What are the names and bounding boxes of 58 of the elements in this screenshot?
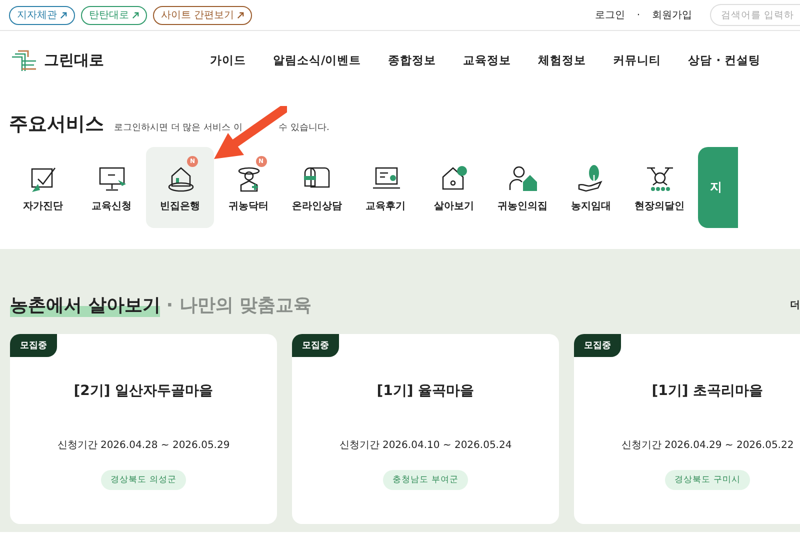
logo-text: 그린대로 <box>44 50 104 70</box>
service-shortcut[interactable]: 농지임대 <box>557 147 625 228</box>
external-link-icon <box>132 12 139 18</box>
application-period: 신청기간 2026.04.28 ~ 2026.05.29 <box>57 439 230 452</box>
card-title: [2기] 일산자두골마을 <box>74 382 214 400</box>
service-label: 자가진단 <box>23 200 63 212</box>
service-label: 교육신청 <box>92 200 132 212</box>
more-link[interactable]: 더 <box>790 298 800 312</box>
section-title: 주요서비스 <box>9 112 104 137</box>
nav-menu-item[interactable]: 상담 · 컨설팅 <box>688 52 761 68</box>
signup-link[interactable]: 회원가입 <box>652 8 692 22</box>
status-badge: 모집중 <box>574 334 621 357</box>
service-shortcut[interactable]: 교육후기 <box>352 147 420 228</box>
nav-menu-item[interactable]: 체험정보 <box>538 52 586 68</box>
section-subtitle: · 나만의 맞춤교육 <box>166 294 312 317</box>
service-shortcut[interactable]: 현장의달인 <box>626 147 694 228</box>
nav-menu-item[interactable]: 종합정보 <box>388 52 436 68</box>
separator-dot: · <box>636 10 640 20</box>
program-card[interactable]: 모집중 [1기] 초곡리마을 신청기간 2026.04.29 ~ 2026.05.22 경상북도 구미시 <box>574 334 800 524</box>
card-title: [1기] 율곡마을 <box>376 382 474 400</box>
service-shortcut[interactable]: 귀농인의집 <box>488 147 556 228</box>
status-badge: 모집중 <box>10 334 57 357</box>
service-shortcut[interactable]: 교육신청 <box>78 147 146 228</box>
application-period: 신청기간 2026.04.29 ~ 2026.05.22 <box>621 439 794 452</box>
program-card[interactable]: 모집중 [2기] 일산자두골마을 신청기간 2026.04.28 ~ 2026.05.29 경상북도 의성군 <box>10 334 277 524</box>
service-label: 빈집은행 <box>160 200 200 212</box>
region-tag: 경상북도 의성군 <box>100 470 186 490</box>
region-tag: 경상북도 구미시 <box>664 470 750 490</box>
service-label: 교육후기 <box>366 200 406 212</box>
nav-menu-item[interactable]: 커뮤니티 <box>613 52 662 68</box>
service-label: 농지임대 <box>571 200 611 212</box>
service-label: 살아보기 <box>434 200 474 212</box>
search-field[interactable]: 검색어를 입력하 <box>710 4 800 26</box>
program-card[interactable]: 모집중 [1기] 율곡마을 신청기간 2026.04.10 ~ 2026.05.24 충청남도 부여군 <box>292 334 559 524</box>
region-tag: 충청남도 부여군 <box>382 470 468 490</box>
nav-menu-item[interactable]: 교육정보 <box>463 52 512 68</box>
service-shortcut[interactable]: 살아보기 <box>420 147 488 228</box>
site-link-pill[interactable]: 사이트 간편보기 <box>153 6 252 24</box>
login-notice: 수 있습니다. <box>278 122 330 134</box>
nav-menu-item[interactable]: 가이드 <box>210 52 246 68</box>
login-link[interactable]: 로그인 <box>594 8 625 22</box>
map-button[interactable]: 지 <box>698 147 738 228</box>
login-notice: 이 <box>234 122 243 134</box>
card-title: [1기] 초곡리마을 <box>652 382 764 400</box>
external-link-icon <box>60 12 67 18</box>
service-label: 온라인상담 <box>292 200 342 212</box>
service-shortcut[interactable]: 자가진단 <box>9 147 77 228</box>
login-notice: 로그인하시면 더 많은 서비스 <box>114 122 231 134</box>
status-badge: 모집중 <box>292 334 339 357</box>
service-shortcut[interactable]: 온라인상담 <box>283 147 351 228</box>
service-label: 현장의달인 <box>634 200 684 212</box>
site-link-pill[interactable]: 지자체관 <box>9 6 75 24</box>
application-period: 신청기간 2026.04.10 ~ 2026.05.24 <box>339 439 512 452</box>
external-link-icon <box>237 12 244 18</box>
service-label: 귀농인의집 <box>498 200 548 212</box>
site-link-pill[interactable]: 탄탄대로 <box>81 6 147 24</box>
nav-menu-item[interactable]: 알림소식/이벤트 <box>273 52 362 68</box>
service-label: 귀농닥터 <box>228 200 268 212</box>
